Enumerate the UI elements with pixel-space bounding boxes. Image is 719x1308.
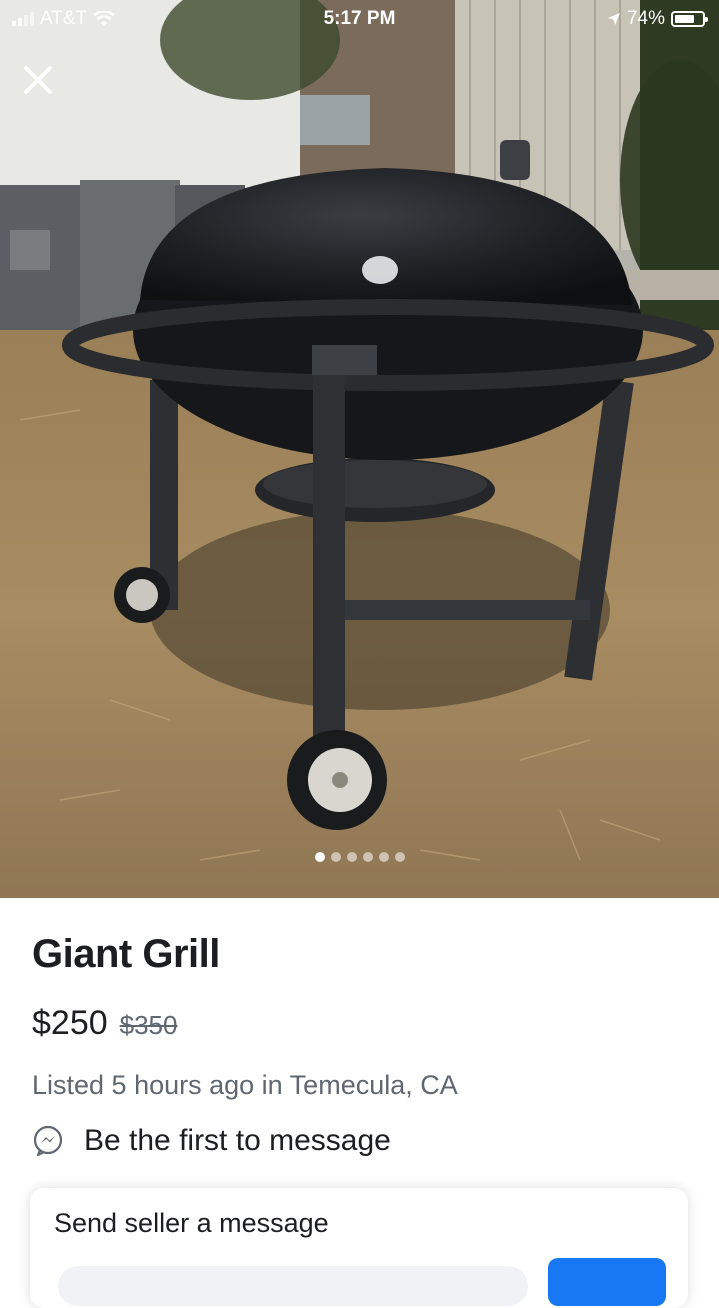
message-card-title: Send seller a message: [54, 1208, 329, 1238]
message-input[interactable]: [58, 1266, 528, 1306]
original-price: $350: [119, 1010, 178, 1040]
carousel-dot[interactable]: [378, 852, 389, 862]
send-button[interactable]: [548, 1258, 666, 1306]
listed-info: Listed 5 hours ago in Temecula, CA: [32, 1070, 458, 1100]
carousel-dot[interactable]: [330, 852, 341, 862]
carousel-dot[interactable]: [394, 852, 405, 862]
first-message-text: Be the first to message: [84, 1124, 391, 1157]
close-icon: [24, 66, 52, 94]
listing-info: Giant Grill $250 $350 Listed 5 hours ago…: [0, 898, 719, 1308]
carousel-dot[interactable]: [346, 852, 357, 862]
status-bar: AT&T 5:17 PM 74%: [0, 0, 719, 40]
listing-price: $250: [32, 1004, 108, 1042]
battery-fill: [675, 15, 694, 23]
carousel-dot[interactable]: [314, 852, 325, 862]
listing-photo[interactable]: [0, 0, 719, 898]
battery-percent: 74%: [626, 8, 665, 29]
battery-icon: [671, 11, 708, 27]
close-button[interactable]: [20, 62, 56, 98]
price-row: $250 $350: [32, 1004, 177, 1043]
message-seller-card: Send seller a message: [30, 1188, 688, 1308]
carousel-dot[interactable]: [362, 852, 373, 862]
grill-photo-image: [0, 0, 719, 898]
listing-title: Giant Grill: [32, 932, 220, 976]
messenger-icon: [33, 1125, 63, 1157]
status-right: 74%: [607, 8, 708, 30]
first-message-row: Be the first to message: [32, 1124, 391, 1158]
location-arrow-icon: [607, 13, 620, 25]
carousel-indicator[interactable]: [0, 852, 719, 862]
